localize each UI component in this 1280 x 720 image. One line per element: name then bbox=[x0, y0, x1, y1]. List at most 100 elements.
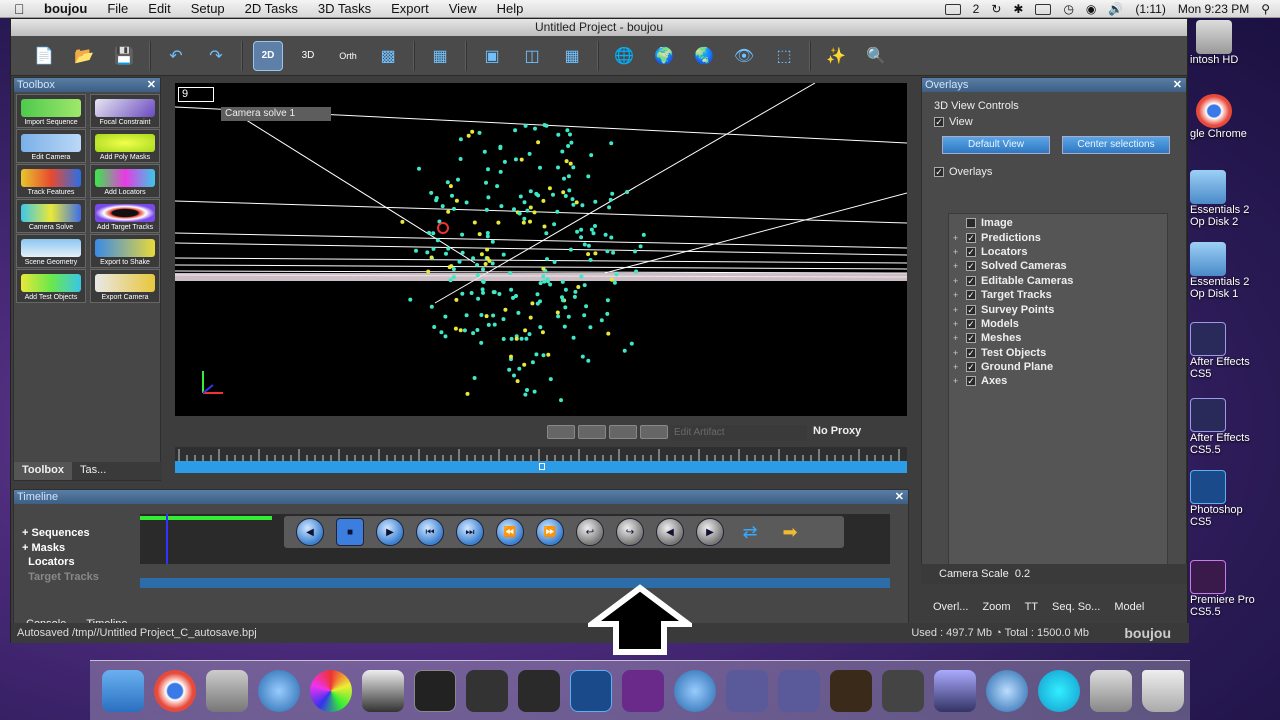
feature-point[interactable] bbox=[484, 314, 489, 319]
view-pan-icon[interactable] bbox=[640, 425, 668, 439]
overlay-checkbox[interactable]: ✓ bbox=[966, 333, 976, 344]
feature-point[interactable] bbox=[528, 205, 533, 210]
feature-point[interactable] bbox=[456, 177, 460, 182]
feature-point[interactable] bbox=[443, 334, 448, 339]
feature-point[interactable] bbox=[584, 304, 589, 309]
expand-icon[interactable]: + bbox=[953, 376, 961, 386]
finder-icon[interactable] bbox=[102, 669, 144, 712]
feature-point[interactable] bbox=[586, 174, 591, 179]
fast-forward-icon[interactable]: ⏩ bbox=[536, 518, 564, 546]
itunes-icon[interactable] bbox=[986, 669, 1028, 712]
feature-point[interactable] bbox=[471, 256, 476, 261]
feature-point[interactable] bbox=[490, 239, 495, 244]
feature-point[interactable] bbox=[611, 250, 616, 255]
feature-point[interactable] bbox=[528, 219, 532, 224]
feature-point[interactable] bbox=[538, 165, 542, 170]
feature-point[interactable] bbox=[429, 255, 434, 260]
feature-point[interactable] bbox=[612, 280, 617, 285]
after-effects-icon[interactable] bbox=[778, 669, 820, 712]
feature-point[interactable] bbox=[435, 238, 440, 243]
menu-edit[interactable]: Edit bbox=[148, 1, 170, 16]
overlays-checkbox[interactable]: ✓ bbox=[934, 167, 944, 177]
feature-point[interactable] bbox=[542, 279, 547, 284]
feature-point[interactable] bbox=[466, 133, 471, 138]
desktop-premiere-pro[interactable]: Premiere Pro CS5.5 bbox=[1190, 560, 1280, 618]
feature-point[interactable] bbox=[484, 207, 489, 212]
feature-point[interactable] bbox=[509, 287, 514, 292]
overlay-item[interactable]: + ✓ Target Tracks bbox=[953, 288, 1167, 302]
feature-point[interactable] bbox=[572, 294, 577, 299]
feature-point[interactable] bbox=[480, 287, 485, 292]
feature-point[interactable] bbox=[609, 235, 614, 240]
feature-point[interactable] bbox=[514, 294, 518, 298]
feature-point[interactable] bbox=[427, 230, 431, 235]
sync-icon[interactable]: ↻ bbox=[991, 2, 1001, 16]
rewind-icon[interactable]: ⏪ bbox=[496, 518, 524, 546]
view-rotate-icon[interactable] bbox=[609, 425, 637, 439]
feature-point[interactable] bbox=[555, 209, 560, 214]
overlay-item[interactable]: + ✓ Models bbox=[953, 317, 1167, 331]
feature-point[interactable] bbox=[534, 191, 539, 196]
boujou-icon[interactable] bbox=[518, 669, 560, 712]
desktop-chrome[interactable]: gle Chrome bbox=[1190, 94, 1280, 140]
magnify-key-icon[interactable]: 🔍 bbox=[861, 41, 891, 71]
stop-icon[interactable]: ■ bbox=[336, 518, 364, 546]
feature-point[interactable] bbox=[582, 283, 587, 288]
feature-point[interactable] bbox=[513, 157, 518, 162]
feature-point[interactable] bbox=[556, 165, 560, 170]
feature-point[interactable] bbox=[481, 280, 486, 284]
feature-point[interactable] bbox=[503, 307, 508, 312]
camera-solve-select[interactable]: Camera solve 1 bbox=[221, 107, 331, 121]
feature-point[interactable] bbox=[567, 188, 572, 193]
feature-point[interactable] bbox=[425, 250, 430, 255]
feature-point[interactable] bbox=[586, 252, 591, 257]
feature-point[interactable] bbox=[589, 227, 594, 232]
menu-setup[interactable]: Setup bbox=[191, 1, 225, 16]
feature-point[interactable] bbox=[561, 190, 566, 195]
feature-point[interactable] bbox=[524, 336, 529, 341]
feature-point[interactable] bbox=[593, 224, 597, 228]
feature-point[interactable] bbox=[571, 202, 576, 207]
feature-point[interactable] bbox=[486, 195, 491, 200]
preview-icon[interactable] bbox=[206, 669, 248, 712]
feature-point[interactable] bbox=[457, 259, 462, 264]
feature-point[interactable] bbox=[447, 265, 452, 270]
feature-point[interactable] bbox=[606, 331, 611, 336]
feature-point[interactable] bbox=[629, 341, 634, 346]
maya-icon[interactable] bbox=[414, 669, 456, 712]
play-icon[interactable]: ▶ bbox=[376, 518, 404, 546]
feature-point[interactable] bbox=[609, 141, 614, 146]
overlay-checkbox[interactable]: ✓ bbox=[966, 362, 976, 373]
feature-point[interactable] bbox=[522, 200, 527, 205]
feature-point[interactable] bbox=[408, 297, 413, 302]
proxy-select[interactable]: No Proxy bbox=[813, 425, 861, 437]
feature-point[interactable] bbox=[579, 227, 584, 232]
overlay-item[interactable]: + ✓ Meshes bbox=[953, 331, 1167, 345]
feature-point[interactable] bbox=[465, 391, 470, 396]
feature-point[interactable] bbox=[440, 204, 445, 209]
render-icon[interactable]: ✨ bbox=[821, 41, 851, 71]
overlay-item[interactable]: + ✓ Survey Points bbox=[953, 302, 1167, 316]
feature-point[interactable] bbox=[431, 246, 436, 251]
feature-point[interactable] bbox=[538, 281, 543, 286]
feature-point[interactable] bbox=[501, 252, 506, 257]
overlay-checkbox[interactable]: ✓ bbox=[966, 347, 976, 358]
feature-point[interactable] bbox=[563, 194, 568, 198]
screen-icon[interactable] bbox=[944, 3, 961, 15]
feature-point[interactable] bbox=[544, 231, 549, 236]
feature-point[interactable] bbox=[497, 292, 502, 296]
feature-point[interactable] bbox=[527, 332, 532, 337]
feature-point[interactable] bbox=[525, 388, 529, 392]
quicktime-icon[interactable] bbox=[1038, 669, 1080, 712]
undo-icon[interactable]: ↶ bbox=[161, 41, 191, 71]
tab-model[interactable]: Model bbox=[1114, 601, 1144, 613]
feature-point[interactable] bbox=[462, 328, 467, 333]
feature-point[interactable] bbox=[521, 220, 526, 225]
close-icon[interactable]: ✕ bbox=[1173, 78, 1182, 92]
open-folder-icon[interactable]: 📂 bbox=[69, 41, 99, 71]
feature-point[interactable] bbox=[535, 292, 540, 297]
feature-point[interactable] bbox=[552, 222, 557, 227]
feature-point[interactable] bbox=[560, 279, 565, 284]
after-effects-alt-icon[interactable] bbox=[830, 669, 872, 712]
tool-add-poly-masks[interactable]: Add Poly Masks bbox=[90, 129, 160, 163]
